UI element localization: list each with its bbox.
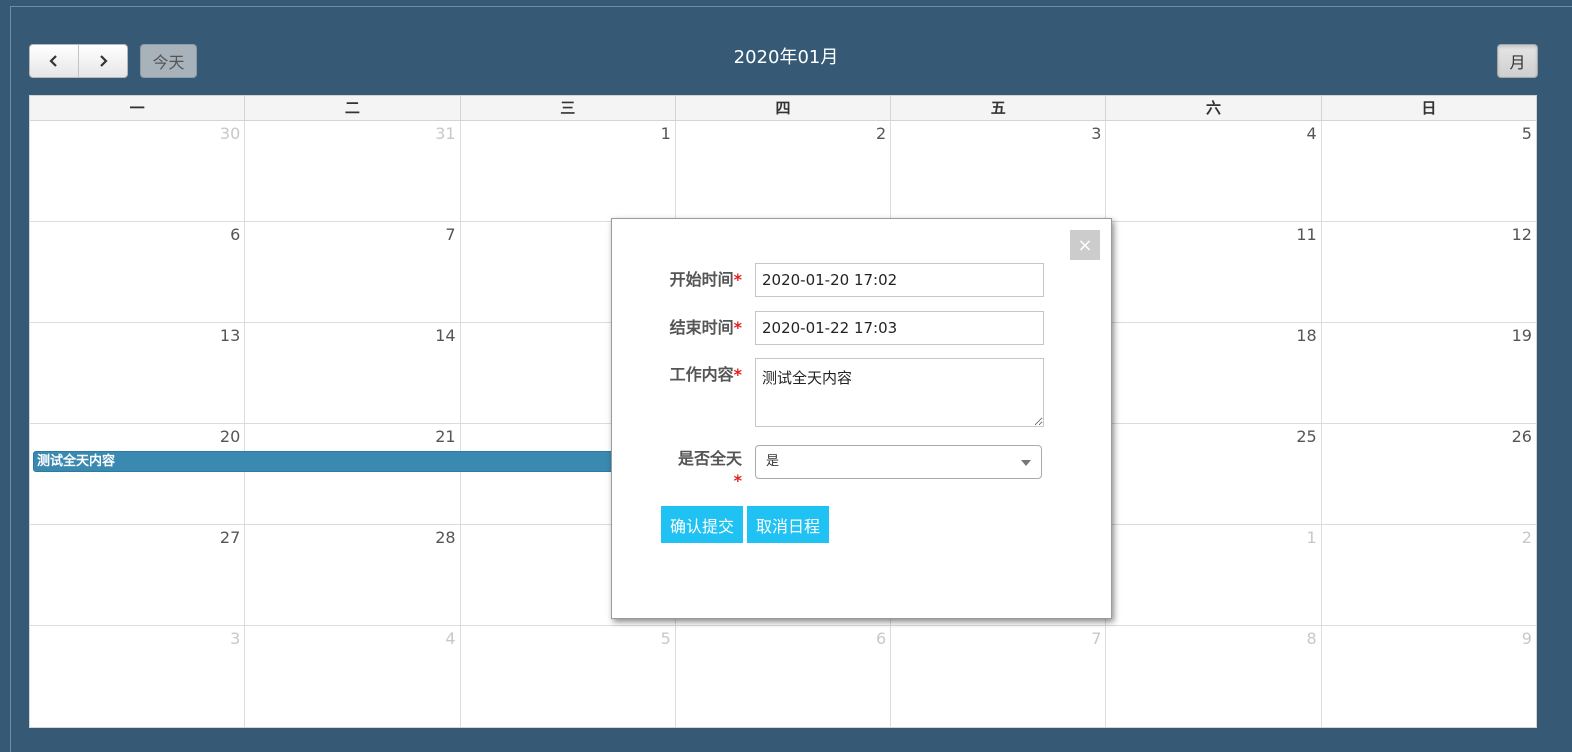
allday-label: 是否全天 * [612,448,742,492]
end-time-label-text: 结束时间 [669,318,734,337]
day-cell[interactable]: 14 [244,323,459,423]
day-number: 27 [219,528,241,547]
day-number: 25 [1296,427,1317,446]
day-number: 7 [1091,629,1102,648]
start-time-label-text: 开始时间 [669,270,734,289]
day-cell[interactable]: 26 [1320,424,1536,524]
day-cell[interactable]: 28 [244,525,459,625]
day-cell[interactable]: 1 [459,121,675,221]
day-number: 7 [445,225,456,244]
weekday-header: 一 二 三 四 五 六 日 [30,96,1536,121]
day-cell[interactable]: 9 [1320,626,1536,727]
month-view-button[interactable]: 月 [1497,44,1538,78]
required-mark: * [733,270,742,289]
week-row: 30 31 1 2 3 4 5 [30,121,1536,222]
content-label-text: 工作内容 [669,365,734,384]
cancel-event-button[interactable]: 取消日程 [747,506,829,543]
close-button[interactable]: × [1070,230,1100,260]
weekday-mon: 一 [129,99,145,117]
content-textarea[interactable]: 测试全天内容 [755,358,1044,427]
end-time-label: 结束时间* [612,314,742,338]
day-cell[interactable]: 3 [890,121,1105,221]
content-label: 工作内容* [612,361,742,385]
calendar-title: 2020年01月 [733,47,839,68]
day-number: 2 [1521,528,1532,547]
day-number: 6 [230,225,241,244]
day-number: 1 [660,124,671,143]
day-cell[interactable]: 25 [1105,424,1320,524]
day-cell[interactable]: 7 [244,222,459,322]
day-number: 18 [1296,326,1317,345]
day-number: 8 [1306,629,1317,648]
required-mark: * [733,318,742,337]
day-cell[interactable]: 5 [1320,121,1536,221]
day-number: 31 [435,124,456,143]
weekday-sat: 六 [1105,96,1320,120]
required-mark: * [733,365,742,384]
frame-border-left [10,6,11,752]
end-time-input[interactable] [755,311,1044,345]
day-number: 3 [1091,124,1102,143]
day-cell[interactable]: 6 [30,222,244,322]
frame-border-top [10,6,1572,7]
allday-select-value: 是 [766,454,780,469]
allday-label-text: 是否全天 [677,449,742,468]
day-cell[interactable]: 5 [459,626,675,727]
weekday-sun: 日 [1320,96,1536,120]
day-cell[interactable]: 8 [1105,626,1320,727]
day-cell[interactable]: 27 [30,525,244,625]
start-time-label: 开始时间* [612,266,742,290]
day-number: 30 [219,124,241,143]
weekday-fri: 五 [890,96,1105,120]
day-number: 4 [1306,124,1317,143]
day-cell[interactable]: 4 [1105,121,1320,221]
day-cell[interactable]: 3 [30,626,244,727]
day-number: 2 [875,124,887,143]
day-number: 11 [1296,225,1317,244]
day-number: 13 [219,326,241,345]
day-number: 3 [230,629,241,648]
day-number: 5 [660,629,671,648]
required-mark: * [733,471,742,490]
event-bar[interactable]: 测试全天内容 [33,451,643,472]
day-cell[interactable]: 2 [1320,525,1536,625]
day-cell[interactable]: 1 [1105,525,1320,625]
day-number: 9 [1521,629,1532,648]
day-cell[interactable]: 6 [674,626,890,727]
day-cell[interactable]: 2 [674,121,890,221]
weekday-tue: 二 [244,96,459,120]
weekday-wed: 三 [459,96,675,120]
day-number: 6 [875,629,887,648]
day-number: 28 [435,528,456,547]
day-cell[interactable]: 20 [30,424,244,524]
weekday-thu: 四 [674,96,890,120]
close-icon: × [1077,234,1093,256]
day-number: 1 [1306,528,1317,547]
day-number: 5 [1521,124,1532,143]
day-cell[interactable]: 12 [1320,222,1536,322]
day-cell[interactable]: 7 [890,626,1105,727]
week-row: 3 4 5 6 7 8 9 [30,626,1536,727]
start-time-input[interactable] [755,263,1044,297]
day-number: 26 [1511,427,1532,446]
dropdown-arrow-icon [1021,460,1031,466]
allday-select[interactable]: 是 [755,445,1042,479]
day-number: 21 [435,427,456,446]
day-number: 20 [219,427,241,446]
day-cell[interactable]: 11 [1105,222,1320,322]
day-cell[interactable]: 13 [30,323,244,423]
day-cell[interactable]: 19 [1320,323,1536,423]
submit-button[interactable]: 确认提交 [661,506,743,543]
day-cell[interactable]: 21 [244,424,459,524]
event-dialog: × 开始时间* 结束时间* 工作内容* 测试全天内容 是否全天* 是 确认提交 … [611,218,1112,619]
day-cell[interactable]: 18 [1105,323,1320,423]
day-cell[interactable]: 30 [30,121,244,221]
day-number: 4 [445,629,456,648]
day-number: 12 [1511,225,1532,244]
day-number: 14 [435,326,456,345]
day-cell[interactable]: 31 [244,121,459,221]
day-cell[interactable]: 4 [244,626,459,727]
day-number: 19 [1511,326,1532,345]
